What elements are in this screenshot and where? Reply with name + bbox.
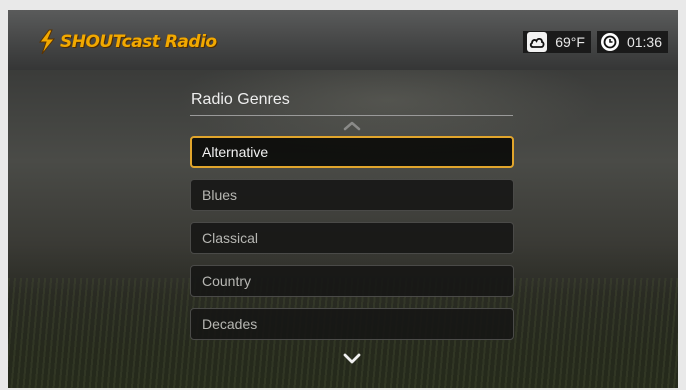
list-item-blues[interactable]: Blues	[190, 179, 514, 211]
chevron-up-icon[interactable]	[343, 118, 361, 136]
list-item-label: Country	[202, 273, 252, 289]
top-bar: SHOUTcast Radio 69°F 01:36	[8, 10, 678, 70]
list-item-country[interactable]: Country	[190, 265, 514, 297]
list-item-classical[interactable]: Classical	[190, 222, 514, 254]
panel-title: Radio Genres	[191, 91, 290, 108]
weather-indicator: 69°F	[523, 31, 591, 53]
genre-list: Alternative Blues Classical Country Deca…	[190, 136, 514, 351]
shoutcast-logo: SHOUTcast Radio	[36, 29, 217, 55]
list-item-label: Decades	[202, 316, 258, 332]
chevron-down-icon[interactable]	[343, 351, 361, 369]
status-area: 69°F 01:36	[523, 31, 668, 53]
tv-screen: SHOUTcast Radio 69°F 01:36 Radio Genres …	[8, 10, 678, 388]
logo-text: SHOUTcast Radio	[60, 32, 217, 52]
title-divider	[190, 115, 513, 116]
cloud-icon	[527, 32, 548, 52]
clock-indicator: 01:36	[596, 31, 668, 53]
temperature-value: 69°F	[555, 34, 585, 50]
lightning-icon	[39, 29, 56, 55]
list-item-decades[interactable]: Decades	[190, 308, 514, 340]
clock-icon	[600, 33, 619, 51]
list-item-label: Blues	[202, 187, 238, 203]
clock-time: 01:36	[626, 34, 662, 50]
list-item-label: Alternative	[202, 144, 269, 160]
list-item-label: Classical	[202, 230, 259, 246]
list-item-alternative[interactable]: Alternative	[190, 136, 514, 168]
